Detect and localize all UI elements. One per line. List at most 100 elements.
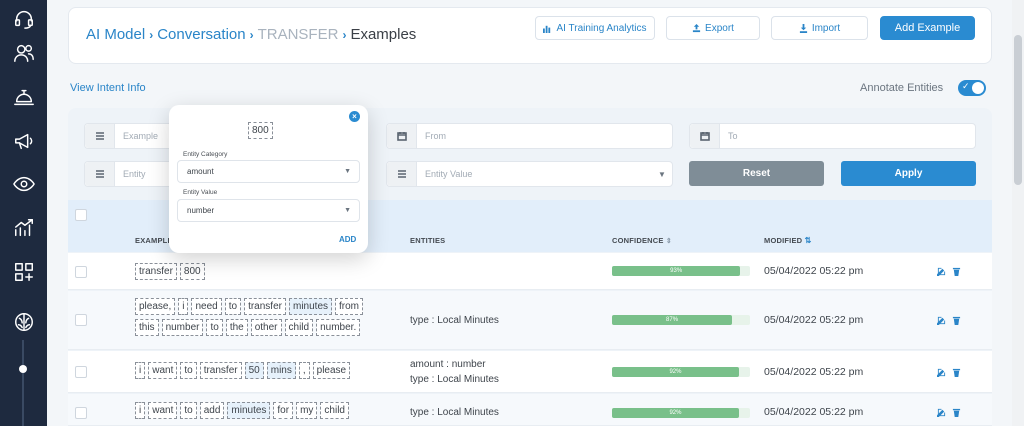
entity-value-select[interactable]: number ▼ xyxy=(177,199,360,222)
edit-icon[interactable] xyxy=(937,408,946,417)
token-annotated[interactable]: minutes xyxy=(288,298,332,315)
entity-value-placeholder: Entity Value xyxy=(425,169,473,179)
entity-label: type : Local Minutes xyxy=(410,315,499,326)
users-icon[interactable] xyxy=(11,40,36,65)
token[interactable]: child xyxy=(320,402,349,419)
breadcrumb-ai-model[interactable]: AI Model xyxy=(86,26,145,43)
token[interactable]: want xyxy=(148,402,178,419)
token[interactable]: number. xyxy=(316,319,361,336)
select-all-checkbox[interactable] xyxy=(75,209,87,221)
scrollbar-thumb[interactable] xyxy=(1014,35,1022,185)
trend-chart-icon[interactable] xyxy=(11,215,36,240)
calendar-icon xyxy=(387,124,417,148)
token[interactable]: to xyxy=(180,362,197,379)
import-label: Import xyxy=(811,22,841,34)
close-icon[interactable]: × xyxy=(349,111,360,122)
token[interactable]: i xyxy=(135,402,146,419)
confidence-fill: 92% xyxy=(612,367,739,377)
token[interactable]: to xyxy=(206,319,223,336)
token[interactable]: need xyxy=(191,298,222,315)
popup-selected-token: 800 xyxy=(248,122,273,139)
token[interactable]: i xyxy=(135,362,146,379)
header-modified[interactable]: MODIFIED ⇅ xyxy=(764,236,811,245)
header-example[interactable]: EXAMPLE xyxy=(135,236,173,245)
breadcrumb-transfer[interactable]: TRANSFER xyxy=(258,26,339,43)
token[interactable]: 800 xyxy=(179,263,205,280)
token[interactable]: to xyxy=(180,402,197,419)
eye-icon[interactable] xyxy=(11,171,36,196)
reset-button[interactable]: Reset xyxy=(689,161,824,186)
confidence-bar: 92% xyxy=(612,367,750,377)
header-confidence[interactable]: CONFIDENCE ⇕ xyxy=(612,236,672,245)
brain-icon[interactable] xyxy=(11,309,36,334)
caret-down-icon: ▼ xyxy=(344,207,351,214)
token[interactable]: add xyxy=(199,402,225,419)
widgets-add-icon[interactable] xyxy=(11,259,36,284)
entities-cell: amount : number type : Local Minutes xyxy=(410,357,499,387)
token[interactable]: please, xyxy=(135,298,176,315)
token[interactable]: for xyxy=(273,402,294,419)
entity-label: amount : number xyxy=(410,359,486,370)
token[interactable]: my xyxy=(296,402,318,419)
confidence-bar: 92% xyxy=(612,408,750,418)
ai-training-analytics-button[interactable]: AI Training Analytics xyxy=(535,16,655,40)
to-placeholder: To xyxy=(728,131,738,141)
edit-icon[interactable] xyxy=(937,368,946,377)
row-checkbox[interactable] xyxy=(75,266,87,278)
token[interactable]: the xyxy=(225,319,248,336)
token[interactable]: to xyxy=(224,298,242,315)
token-annotated[interactable]: minutes xyxy=(227,402,271,419)
token[interactable]: , xyxy=(298,362,310,379)
token[interactable]: transfer xyxy=(199,362,242,379)
token[interactable]: transfer xyxy=(135,263,177,280)
from-placeholder: From xyxy=(425,131,446,141)
apply-button[interactable]: Apply xyxy=(841,161,976,186)
toggle-knob xyxy=(972,82,984,94)
add-example-button[interactable]: Add Example xyxy=(880,16,975,40)
service-bell-icon[interactable] xyxy=(11,84,36,109)
headset-icon[interactable] xyxy=(11,6,36,31)
row-checkbox[interactable] xyxy=(75,366,87,378)
list-icon xyxy=(85,124,115,148)
edit-icon[interactable] xyxy=(937,316,946,325)
token-annotated[interactable]: 50 xyxy=(244,362,264,379)
trash-icon[interactable] xyxy=(952,368,961,377)
megaphone-icon[interactable] xyxy=(11,128,36,153)
from-date-input[interactable]: From xyxy=(386,123,673,149)
view-intent-link[interactable]: View Intent Info xyxy=(70,82,146,94)
row-checkbox[interactable] xyxy=(75,407,87,419)
token[interactable]: transfer xyxy=(244,298,286,315)
trash-icon[interactable] xyxy=(952,316,961,325)
entity-category-select[interactable]: amount ▼ xyxy=(177,160,360,183)
upload-icon xyxy=(692,23,701,32)
confidence-bar: 93% xyxy=(612,266,750,276)
token[interactable]: i xyxy=(178,298,189,315)
page-scrollbar[interactable] xyxy=(1012,0,1024,426)
breadcrumb-conversation[interactable]: Conversation xyxy=(157,26,245,43)
trash-icon[interactable] xyxy=(952,408,961,417)
header-confidence-label: CONFIDENCE xyxy=(612,236,664,245)
token[interactable]: child xyxy=(284,319,314,336)
to-date-input[interactable]: To xyxy=(689,123,976,149)
token[interactable]: number xyxy=(161,319,204,336)
import-button[interactable]: Import xyxy=(771,16,868,40)
edit-icon[interactable] xyxy=(937,267,946,276)
modified-date: 05/04/2022 05:22 pm xyxy=(764,406,864,418)
entity-label: type : Local Minutes xyxy=(410,374,499,385)
export-button[interactable]: Export xyxy=(666,16,760,40)
entity-value-filter-select[interactable]: Entity Value ▼ xyxy=(386,161,673,187)
token[interactable]: please xyxy=(312,362,351,379)
token[interactable]: from xyxy=(335,298,363,315)
sort-icon[interactable]: ⇕ xyxy=(666,238,672,245)
calendar-icon xyxy=(690,124,720,148)
annotate-entities-toggle[interactable]: ✓ xyxy=(958,80,986,96)
token[interactable]: want xyxy=(148,362,178,379)
token[interactable]: this xyxy=(135,319,159,336)
token[interactable]: other xyxy=(250,319,282,336)
example-tokens: i want to transfer 50 mins , please xyxy=(135,362,375,379)
trash-icon[interactable] xyxy=(952,267,961,276)
sort-descending-icon[interactable]: ⇅ xyxy=(805,236,812,245)
token-annotated[interactable]: mins xyxy=(266,362,296,379)
row-checkbox[interactable] xyxy=(75,314,87,326)
add-entity-button[interactable]: ADD xyxy=(339,235,356,244)
